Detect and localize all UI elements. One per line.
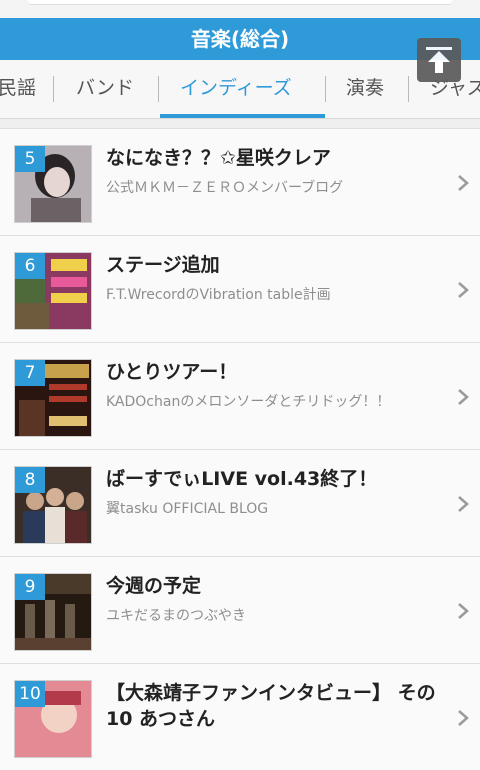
item-title: 今週の予定 [106,575,202,597]
rank-badge: 10 [15,681,45,707]
top-bar-edge [28,0,452,5]
genre-tab-bar: 民謡 バンド インディーズ 演奏 ジャズ [0,60,480,119]
active-tab-indicator [160,114,325,118]
tab-minyo[interactable]: 民謡 [0,60,36,116]
tab-band[interactable]: バンド [76,60,134,116]
scroll-to-top-button[interactable] [417,38,461,82]
tab-ensou[interactable]: 演奏 [346,60,384,116]
chevron-right-icon [458,496,469,512]
thumbnail: 6 [14,252,92,330]
item-blog-name: 翼tasku OFFICIAL BLOG [106,501,269,517]
thumbnail: 5 [14,145,92,223]
list-item[interactable]: 7 ひとりツアー！ KADOchanのメロンソーダとチリドッグ！！ [0,342,480,449]
chevron-right-icon [458,175,469,191]
item-blog-name: 公式ＭＫＭ－ＺＥＲＯメンバーブログ [106,180,344,196]
rank-badge: 5 [15,146,45,172]
chevron-right-icon [458,282,469,298]
chevron-right-icon [458,710,469,726]
rank-badge: 8 [15,467,45,493]
item-title: ひとりツアー！ [106,361,238,383]
item-blog-name: F.T.WrecordのVibration table計画 [106,287,331,303]
arrow-up-icon [426,47,452,73]
rank-badge: 6 [15,253,45,279]
list-item[interactable]: 8 ばーすでぃLIVE vol.43終了！ 翼tasku OFFICIAL BL… [0,449,480,556]
tab-divider [325,76,326,102]
thumbnail: 7 [14,359,92,437]
tab-divider [158,76,159,102]
rank-badge: 9 [15,574,45,600]
rank-badge: 7 [15,360,45,386]
item-blog-name: KADOchanのメロンソーダとチリドッグ！！ [106,394,391,410]
top-strip [0,0,480,18]
tab-label: バンド [76,77,134,99]
thumbnail: 9 [14,573,92,651]
chevron-right-icon [458,603,469,619]
item-title: 【大森靖子ファンインタビュー】 その10 あつさん [106,682,436,730]
list-item[interactable]: 6 ステージ追加 F.T.WrecordのVibration table計画 [0,235,480,342]
tab-divider [53,76,54,102]
category-header: 音楽(総合) [0,18,480,60]
tab-label: 演奏 [346,77,385,99]
thumbnail: 8 [14,466,92,544]
category-title: 音楽(総合) [190,27,290,51]
thumbnail: 10 [14,680,92,758]
list-item[interactable]: 10 【大森靖子ファンインタビュー】 その10 あつさん [0,663,480,770]
item-blog-name: ユキだるまのつぶやき [106,608,246,624]
tab-label: インディーズ [180,77,292,99]
item-title: ステージ追加 [106,254,220,276]
tab-divider [408,76,409,102]
chevron-right-icon [458,389,469,405]
item-title: なになき？？✩星咲クレア [106,147,331,169]
list-item[interactable]: 9 今週の予定 ユキだるまのつぶやき [0,556,480,663]
tab-indies[interactable]: インディーズ [180,60,292,116]
list-item[interactable]: 5 なになき？？✩星咲クレア 公式ＭＫＭ－ＺＥＲＯメンバーブログ [0,128,480,235]
item-title: ばーすでぃLIVE vol.43終了！ [106,468,378,490]
tab-label: 民謡 [0,77,37,99]
